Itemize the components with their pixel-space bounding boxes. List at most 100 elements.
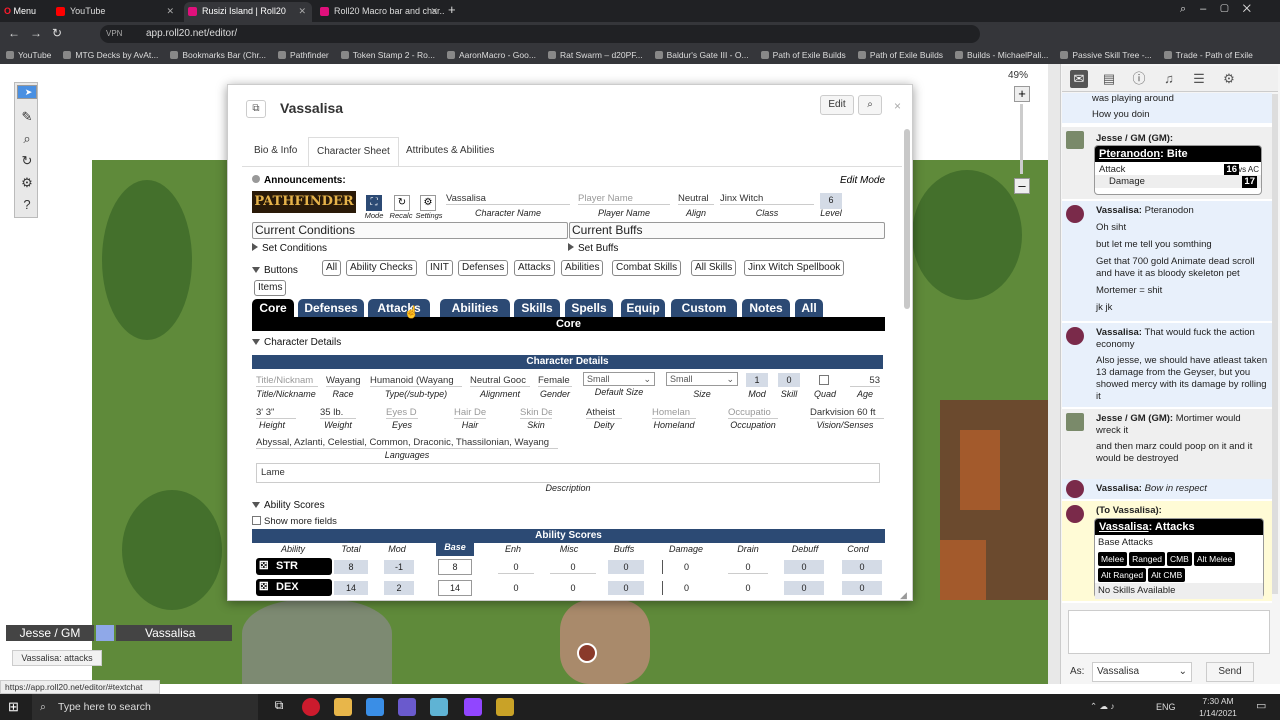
- notifications-icon[interactable]: ▭: [1256, 699, 1266, 712]
- bookmark-item[interactable]: Baldur's Gate III - O...: [655, 46, 749, 64]
- macro-button-defenses[interactable]: Defenses: [458, 260, 509, 276]
- list-icon[interactable]: ☰: [1190, 70, 1208, 88]
- race-field[interactable]: Wayang: [326, 375, 360, 387]
- tab-character-sheet[interactable]: Character Sheet: [308, 137, 399, 167]
- eyes-field[interactable]: Eyes D: [386, 407, 418, 419]
- gender-field[interactable]: Female: [538, 375, 572, 387]
- system-tray-icons[interactable]: ⌃ ☁ ♪: [1090, 701, 1115, 712]
- chat-log[interactable]: was playing around How you doin Jesse / …: [1062, 93, 1272, 603]
- character-details-toggle[interactable]: Character Details: [252, 337, 341, 348]
- discord-icon[interactable]: [398, 698, 416, 716]
- bookmark-item[interactable]: YouTube: [6, 46, 51, 64]
- melee-button[interactable]: Melee: [1098, 552, 1128, 566]
- game-icon[interactable]: [496, 698, 514, 716]
- file-explorer-icon[interactable]: [334, 698, 352, 716]
- browser-tab-youtube[interactable]: YouTube ✕: [52, 2, 180, 22]
- ranged-button[interactable]: Ranged: [1129, 552, 1165, 566]
- macro-button-abilities[interactable]: Abilities: [561, 260, 604, 276]
- class-field[interactable]: Jinx Witch: [720, 193, 814, 205]
- close-tab-icon[interactable]: ✕: [166, 2, 174, 20]
- dex-drain[interactable]: 0: [728, 581, 768, 595]
- player-name-field[interactable]: Player Name: [578, 193, 670, 205]
- url-field[interactable]: VPN app.roll20.net/editor/: [100, 25, 980, 43]
- dex-damage[interactable]: 0: [662, 581, 710, 595]
- current-conditions-box[interactable]: Current Conditions: [252, 222, 568, 239]
- chat-scrollbar[interactable]: [1272, 94, 1278, 594]
- tab-core[interactable]: Core: [252, 299, 294, 317]
- bookmark-item[interactable]: MTG Decks by AvAt...: [63, 46, 158, 64]
- deity-field[interactable]: Atheist: [586, 407, 622, 419]
- browser-tab-macro[interactable]: Roll20 Macro bar and char... ✕: [316, 2, 444, 22]
- dex-misc[interactable]: 0: [550, 581, 596, 595]
- vpn-badge[interactable]: VPN: [106, 25, 122, 43]
- tab-notes[interactable]: Notes: [742, 299, 790, 317]
- str-enh[interactable]: 0: [498, 560, 534, 574]
- journal-icon[interactable]: ▤: [1100, 70, 1118, 88]
- str-roll-button[interactable]: ⚄ STR: [256, 558, 332, 575]
- weight-field[interactable]: 35 lb.: [320, 407, 356, 419]
- macro-button-combat-skills[interactable]: Combat Skills: [612, 260, 682, 276]
- cmb-button[interactable]: CMB: [1166, 552, 1192, 566]
- tab-skills[interactable]: Skills: [514, 299, 560, 317]
- ability-scores-toggle[interactable]: Ability Scores: [252, 500, 325, 511]
- homeland-field[interactable]: Homelan: [652, 407, 696, 419]
- tab-all[interactable]: All: [795, 299, 823, 317]
- info-icon[interactable]: ⓘ: [1130, 70, 1148, 88]
- browser-tab-roll20[interactable]: Rusizi Island | Roll20 ✕: [184, 2, 312, 22]
- macro-button-ability-checks[interactable]: Ability Checks: [346, 260, 417, 276]
- title-nickname-field[interactable]: Title/Nicknam: [256, 375, 318, 387]
- alt-melee-button[interactable]: Alt Melee: [1193, 552, 1236, 566]
- tab-attributes-abilities[interactable]: Attributes & Abilities: [398, 137, 502, 167]
- macro-button-init[interactable]: INIT: [426, 260, 453, 276]
- bookmark-item[interactable]: AaronMacro - Goo...: [447, 46, 536, 64]
- bookmark-item[interactable]: Passive Skill Tree -...: [1060, 46, 1151, 64]
- windows-start-icon[interactable]: ⊞: [8, 699, 19, 715]
- tab-defenses[interactable]: Defenses: [298, 299, 364, 317]
- dex-enh[interactable]: 0: [498, 581, 534, 595]
- set-conditions-toggle[interactable]: Set Conditions: [252, 243, 327, 254]
- description-field[interactable]: Lame: [256, 463, 880, 483]
- draw-tool-icon[interactable]: ✎: [17, 107, 37, 127]
- height-field[interactable]: 3' 3": [256, 407, 296, 419]
- bookmark-item[interactable]: Bookmarks Bar (Chr...: [170, 46, 266, 64]
- new-tab-button[interactable]: +: [448, 2, 456, 17]
- settings-icon[interactable]: ⚙: [1220, 70, 1238, 88]
- occupation-field[interactable]: Occupatio: [728, 407, 778, 419]
- macro-button-spellbook[interactable]: Jinx Witch Spellbook: [744, 260, 845, 276]
- quad-checkbox[interactable]: [819, 375, 829, 385]
- resize-handle-icon[interactable]: ◢: [900, 590, 907, 600]
- bookmark-item[interactable]: Trade - Path of Exile: [1164, 46, 1253, 64]
- macro-button-all[interactable]: All: [322, 260, 342, 276]
- macro-button-items[interactable]: Items: [254, 280, 287, 296]
- mail-icon[interactable]: [366, 698, 384, 716]
- search-icon[interactable]: ⌕: [858, 95, 882, 115]
- hair-field[interactable]: Hair De: [454, 407, 486, 419]
- taskbar-search[interactable]: ⌕ Type here to search: [32, 694, 258, 720]
- languages-field[interactable]: Abyssal, Azlanti, Celestial, Common, Dra…: [256, 437, 558, 449]
- bookmark-item[interactable]: Path of Exile Builds: [858, 46, 943, 64]
- clock[interactable]: 7:30 AM 1/14/2021: [1190, 695, 1246, 719]
- compendium-icon[interactable]: ♫: [1160, 70, 1178, 88]
- task-view-icon[interactable]: ⧉: [270, 698, 288, 716]
- size-select[interactable]: Small ⌄: [666, 372, 738, 386]
- alignment-field[interactable]: Neutral Gooc: [470, 375, 530, 387]
- vision-senses-field[interactable]: Darkvision 60 ft: [810, 407, 884, 419]
- close-tab-icon[interactable]: ✕: [430, 2, 438, 20]
- tab-spells[interactable]: Spells: [565, 299, 613, 317]
- send-button[interactable]: Send: [1206, 662, 1254, 682]
- bookmark-item[interactable]: Token Stamp 2 - Ro...: [341, 46, 435, 64]
- tab-abilities[interactable]: Abilities: [440, 299, 510, 317]
- edit-mode-label[interactable]: Edit Mode: [840, 175, 885, 186]
- edit-button[interactable]: Edit: [820, 95, 854, 115]
- alt-cmb-button[interactable]: Alt CMB: [1148, 568, 1186, 582]
- type-field[interactable]: Humanoid (Wayang: [370, 375, 462, 387]
- recalc-icon[interactable]: ↻: [394, 195, 410, 211]
- set-buffs-toggle[interactable]: Set Buffs: [568, 243, 618, 254]
- fog-tool-icon[interactable]: ⚙: [17, 173, 37, 193]
- macro-tooltip[interactable]: Vassalisa: attacks: [12, 650, 102, 666]
- tab-attacks[interactable]: Attacks: [368, 299, 430, 317]
- bookmark-item[interactable]: Path of Exile Builds: [761, 46, 846, 64]
- tab-custom[interactable]: Custom: [671, 299, 737, 317]
- close-icon[interactable]: ×: [894, 99, 901, 113]
- zoom-slider-track[interactable]: [1020, 104, 1023, 174]
